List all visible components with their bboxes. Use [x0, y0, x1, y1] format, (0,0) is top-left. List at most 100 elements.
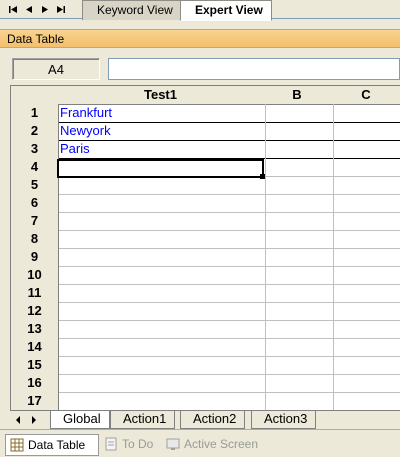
active-screen-icon [166, 438, 180, 450]
todo-icon [105, 437, 117, 451]
grid-cell[interactable] [263, 122, 334, 141]
grid-cell[interactable] [263, 338, 334, 357]
row-header[interactable]: 5 [11, 176, 59, 195]
panel-tab-to-do[interactable]: To Do [100, 434, 156, 454]
grid-cell[interactable] [263, 320, 334, 339]
grid-cell[interactable] [331, 158, 400, 177]
grid-cell[interactable] [263, 140, 334, 159]
row-header[interactable]: 7 [11, 212, 59, 231]
grid-cell[interactable] [331, 338, 400, 357]
first-tab-button[interactable] [6, 3, 20, 16]
last-tab-button[interactable] [54, 3, 68, 16]
grid-cell[interactable] [58, 230, 266, 249]
grid-cell[interactable] [58, 356, 266, 375]
table-icon [10, 438, 24, 452]
grid-cell[interactable] [263, 212, 334, 231]
grid-cell[interactable] [331, 248, 400, 267]
grid-cell[interactable] [58, 338, 266, 357]
grid-cell[interactable] [331, 140, 400, 159]
grid-cell[interactable] [263, 392, 334, 410]
grid-cell[interactable] [263, 284, 334, 303]
grid-cell[interactable] [263, 374, 334, 393]
grid-cell[interactable] [263, 158, 334, 177]
grid-cell[interactable] [331, 284, 400, 303]
prev-tab-button[interactable] [22, 3, 36, 16]
panel-title: Data Table [7, 32, 65, 46]
sheet-tab-bar: Global Action1 Action2 Action3 [10, 410, 400, 429]
grid-cell[interactable] [58, 284, 266, 303]
grid-cell[interactable] [58, 302, 266, 321]
column-header-a[interactable]: Test1 [58, 86, 264, 105]
grid-cell[interactable] [263, 266, 334, 285]
grid-cell[interactable] [58, 248, 266, 267]
grid-cell[interactable] [331, 320, 400, 339]
row-header[interactable]: 15 [11, 356, 59, 375]
grid-cell[interactable]: Frankfurt [58, 104, 266, 123]
row-header[interactable]: 8 [11, 230, 59, 249]
column-header-b[interactable]: B [263, 86, 332, 105]
tab-expert-view[interactable]: Expert View [180, 0, 272, 21]
grid-cell[interactable] [263, 230, 334, 249]
first-icon [9, 6, 17, 13]
next-icon [42, 6, 48, 13]
grid-cell[interactable] [263, 356, 334, 375]
grid-cell[interactable] [331, 122, 400, 141]
grid-cell[interactable] [331, 230, 400, 249]
row-header[interactable]: 4 [11, 158, 59, 177]
cell-reference-box[interactable]: A4 [12, 58, 100, 80]
sheet-tab-action1[interactable]: Action1 [110, 411, 176, 429]
grid-cell[interactable] [331, 374, 400, 393]
panel-tab-data-table[interactable]: Data Table [5, 434, 99, 456]
tab-keyword-view[interactable]: Keyword View [82, 0, 182, 20]
grid-cell[interactable] [263, 302, 334, 321]
grid-cell[interactable] [331, 356, 400, 375]
sheet-tab-global[interactable]: Global [50, 411, 110, 429]
grid-cell[interactable] [58, 320, 266, 339]
grid-cell[interactable] [263, 194, 334, 213]
data-grid: Test1 B C 1 Frankfurt 2 Newyork 3 Paris 4 5 6 7 8 9… [10, 85, 400, 410]
sheet-next-button[interactable] [28, 413, 40, 427]
grid-cell[interactable] [263, 176, 334, 195]
sheet-tab-action2[interactable]: Action2 [180, 411, 246, 429]
row-header[interactable]: 16 [11, 374, 59, 393]
grid-cell[interactable] [331, 392, 400, 410]
prev-icon [26, 6, 32, 13]
grid-cell[interactable] [58, 374, 266, 393]
grid-cell[interactable] [58, 392, 266, 410]
view-tab-strip: Keyword View Expert View [0, 0, 400, 21]
row-header[interactable]: 11 [11, 284, 59, 303]
grid-cell[interactable] [331, 266, 400, 285]
row-header[interactable]: 14 [11, 338, 59, 357]
grid-cell[interactable] [58, 212, 266, 231]
grid-cell[interactable] [331, 212, 400, 231]
row-header[interactable]: 1 [11, 104, 59, 123]
fill-handle[interactable] [260, 174, 265, 179]
next-tab-button[interactable] [38, 3, 52, 16]
sheet-tab-action3[interactable]: Action3 [251, 411, 317, 429]
grid-cell[interactable] [58, 266, 266, 285]
grid-cell[interactable] [263, 104, 334, 123]
row-header[interactable]: 17 [11, 392, 59, 410]
formula-input[interactable] [108, 58, 400, 80]
grid-cell[interactable] [331, 176, 400, 195]
grid-cell[interactable] [263, 248, 334, 267]
row-header[interactable]: 13 [11, 320, 59, 339]
row-header[interactable]: 10 [11, 266, 59, 285]
grid-cell[interactable] [331, 104, 400, 123]
grid-cell[interactable] [331, 194, 400, 213]
row-header[interactable]: 2 [11, 122, 59, 141]
row-header[interactable]: 12 [11, 302, 59, 321]
sheet-prev-button[interactable] [12, 413, 24, 427]
panel-tab-label: To Do [122, 437, 154, 451]
grid-cell[interactable] [58, 194, 266, 213]
grid-cell[interactable]: Paris [58, 140, 266, 159]
panel-tab-active-screen[interactable]: Active Screen [162, 434, 262, 454]
grid-cell[interactable] [331, 302, 400, 321]
row-header[interactable]: 6 [11, 194, 59, 213]
grid-cell[interactable] [58, 176, 266, 195]
grid-cell[interactable]: Newyork [58, 122, 266, 141]
corner-header[interactable] [11, 86, 59, 105]
row-header[interactable]: 9 [11, 248, 59, 267]
row-header[interactable]: 3 [11, 140, 59, 159]
column-header-c[interactable]: C [331, 86, 400, 105]
